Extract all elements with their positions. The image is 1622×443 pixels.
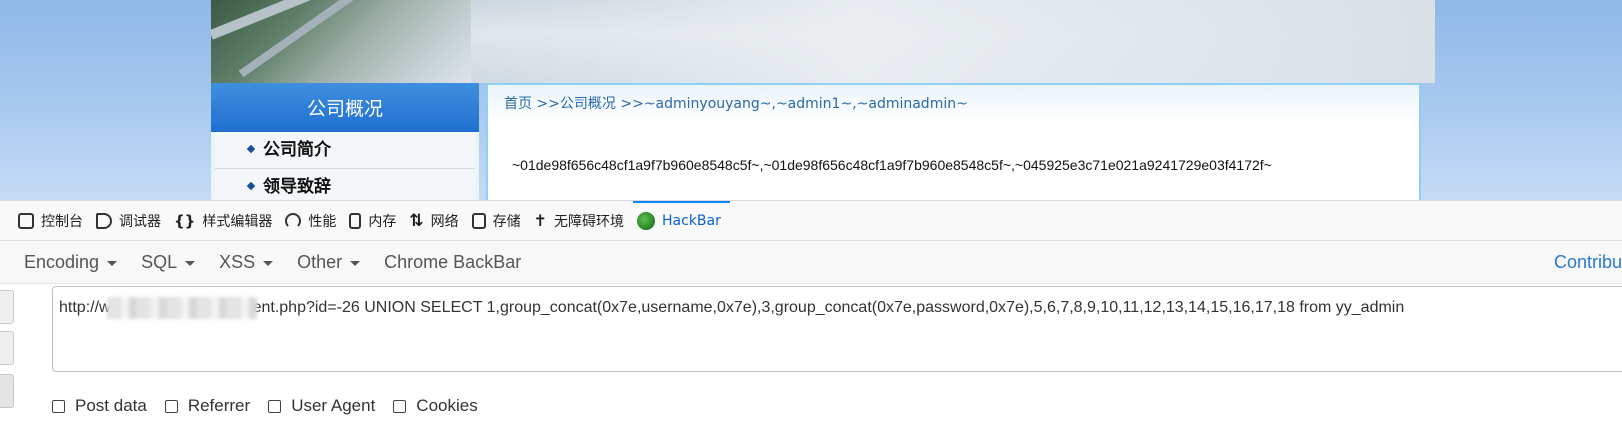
breadcrumb[interactable]: 首页 >>公司概况 >>~adminyouyang~,~admin1~,~adm… [488,85,1419,123]
hackbar-icon [637,211,656,230]
checkbox-label: Cookies [416,396,478,415]
checkbox-icon [52,399,65,413]
tab-label: 无障碍环境 [554,213,625,230]
tab-hackbar[interactable]: HackBar [633,201,730,240]
tab-label: 网络 [430,213,459,230]
tab-label: 性能 [308,213,337,230]
tab-style-editor[interactable]: {} 样式编辑器 [170,201,281,240]
menu-label: XSS [219,251,256,272]
tab-label: 存储 [492,213,521,230]
user-agent-checkbox[interactable]: User Agent [268,396,375,416]
devtools-tabbar: 控制台 调试器 {} 样式编辑器 性能 内存 ⇅ 网络 存储 ✝ 无障碍环境 H… [0,200,1622,241]
sidebar-item-label: 领导致辞 [263,177,331,197]
memory-icon [349,212,362,229]
url-text-suffix: ent.php?id=-26 UNION SELECT 1,group_conc… [252,299,1405,317]
sidebar-item-leader-speech[interactable]: 领导致辞 [215,169,475,200]
webpage-viewport: 公司概况 公司简介 领导致辞 首页 >>公司概况 >>~adminyouyang… [0,0,1622,200]
chrome-backbar-link[interactable]: Chrome BackBar [372,252,533,273]
checkbox-label: Referrer [187,396,251,415]
request-options: Post data Referrer User Agent Cookies [52,396,496,416]
caret-down-icon [107,260,118,266]
tab-accessibility[interactable]: ✝ 无障碍环境 [530,201,633,240]
sql-menu[interactable]: SQL [129,252,207,273]
tab-label: 控制台 [41,213,83,230]
url-input[interactable]: http://w ent.php?id=-26 UNION SELECT 1,gr… [52,286,1622,372]
menu-label: SQL [141,251,178,272]
referrer-checkbox[interactable]: Referrer [164,396,251,416]
checkbox-label: Post data [75,396,147,415]
debugger-icon [96,212,112,229]
menu-label: Other [297,251,343,272]
post-data-checkbox[interactable]: Post data [52,396,147,416]
tab-console[interactable]: 控制台 [14,201,92,240]
caret-down-icon [263,260,274,266]
menu-label: Encoding [24,251,100,272]
sidebar-item-company-intro[interactable]: 公司简介 [215,132,475,169]
console-icon [18,212,34,229]
network-icon: ⇅ [409,210,424,231]
tab-label: HackBar [662,212,721,229]
checkbox-icon [268,399,282,413]
accessibility-icon: ✝ [533,210,548,230]
checkbox-icon [393,399,407,413]
caret-down-icon [185,260,196,266]
content-panel: 首页 >>公司概况 >>~adminyouyang~,~admin1~,~adm… [486,83,1421,200]
site-banner [211,0,1435,83]
tab-label: 调试器 [119,213,161,230]
tab-storage[interactable]: 存储 [468,201,530,240]
diamond-bullet-icon [246,144,256,154]
tab-debugger[interactable]: 调试器 [92,201,170,240]
devtools-panel: 控制台 调试器 {} 样式编辑器 性能 内存 ⇅ 网络 存储 ✝ 无障碍环境 H… [0,200,1622,443]
menu-label: Chrome BackBar [384,251,522,272]
tab-network[interactable]: ⇅ 网络 [405,201,467,240]
other-menu[interactable]: Other [285,252,372,273]
checkbox-icon [164,399,178,413]
sidebar-title: 公司概况 [211,83,479,132]
style-editor-icon: {} [174,211,196,230]
execute-button[interactable] [0,374,14,408]
caret-down-icon [350,260,361,266]
sidebar: 公司概况 公司简介 领导致辞 [211,83,479,200]
xss-menu[interactable]: XSS [207,252,285,273]
checkbox-label: User Agent [291,396,376,415]
performance-icon [285,212,302,229]
url-text-prefix: http://w [59,299,111,317]
banner-sky-image [471,0,1435,83]
hackbar-toolbar: Encoding SQL XSS Other Chrome BackBar Co… [0,241,1622,284]
sidebar-item-label: 公司简介 [263,140,331,160]
encoding-menu[interactable]: Encoding [12,252,129,273]
cookies-checkbox[interactable]: Cookies [393,396,478,416]
storage-icon [471,212,486,229]
redacted-host [106,297,257,319]
tab-label: 样式编辑器 [202,213,273,230]
tab-memory[interactable]: 内存 [345,201,405,240]
tab-label: 内存 [368,213,397,230]
tab-performance[interactable]: 性能 [281,201,345,240]
contribute-link[interactable]: Contribu [1554,252,1622,273]
query-result-text: ~01de98f656c48cf1a9f7b960e8548c5f~,~01de… [512,157,1272,173]
split-url-button[interactable] [0,331,14,365]
load-url-button[interactable] [0,290,14,324]
diamond-bullet-icon [246,181,256,191]
